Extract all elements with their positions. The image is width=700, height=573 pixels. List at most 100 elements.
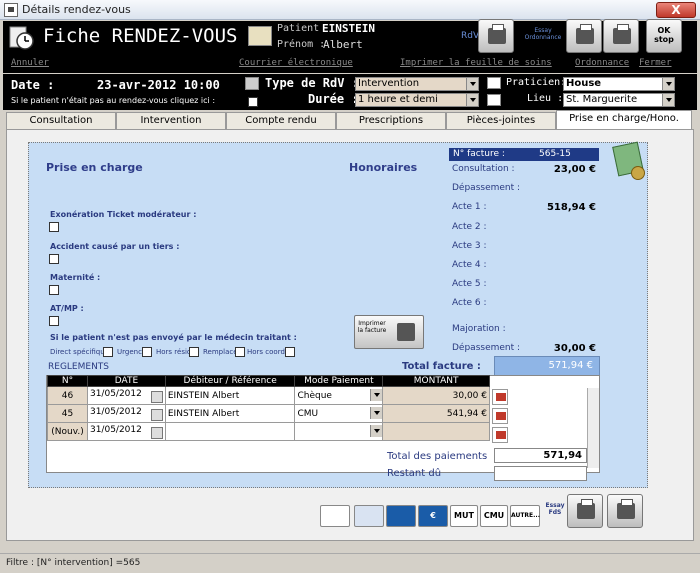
status-text: Filtre : [N° intervention] =565 (6, 558, 141, 568)
mode-dropdown[interactable] (370, 407, 383, 420)
chevron-down-icon[interactable] (370, 407, 383, 419)
card-button[interactable] (354, 505, 384, 527)
option-hors-resid-checkbox[interactable] (189, 347, 199, 357)
chevron-down-icon[interactable] (466, 78, 478, 90)
close-window-button[interactable]: X (656, 2, 696, 18)
euro-button[interactable]: € (418, 505, 448, 527)
imprimer-facture-button[interactable]: Imprimer la facture (354, 315, 424, 349)
accident-checkbox[interactable] (49, 254, 59, 264)
cmu-button[interactable]: CMU (480, 505, 508, 527)
type-select[interactable]: Intervention (355, 77, 479, 91)
patient-label: Patient (277, 23, 320, 34)
row-date[interactable]: 31/05/2012 (86, 386, 166, 405)
row-debiteur[interactable]: EINSTEIN Albert (164, 386, 296, 405)
row-mode[interactable]: Chèque (294, 386, 384, 405)
chevron-down-icon[interactable] (466, 94, 478, 106)
annuler-link[interactable]: Annuler (11, 58, 49, 68)
duree-label: Durée : (308, 92, 359, 106)
table-row[interactable]: 45 31/05/2012 EINSTEIN Albert CMU 541,94 € (47, 404, 490, 423)
open-payment-icon[interactable] (492, 408, 508, 424)
option-remplace-checkbox[interactable] (235, 347, 245, 357)
date-label: Date : (11, 78, 55, 92)
tab-intervention[interactable]: Intervention (116, 112, 226, 129)
mode-dropdown[interactable] (370, 425, 383, 438)
calendar-icon[interactable] (150, 390, 163, 403)
tab-pieces-jointes[interactable]: Pièces-jointes (446, 112, 556, 129)
cb-button[interactable] (386, 505, 416, 527)
essay-ordonnance-label: Essay Ordonnance (524, 27, 562, 41)
calendar-icon[interactable] (150, 408, 163, 421)
printer-icon (488, 24, 506, 44)
option-hors-coord-checkbox[interactable] (285, 347, 295, 357)
courrier-link[interactable]: Courrier électronique (239, 58, 353, 68)
lieu-select[interactable]: St. Marguerite (563, 93, 675, 107)
honoraire-value[interactable]: 30,00 € (520, 343, 596, 354)
calendar-icon[interactable] (150, 426, 163, 439)
chevron-down-icon[interactable] (370, 425, 383, 437)
facture-bar: N° facture : 565-15 (449, 148, 599, 161)
honoraires-title: Honoraires (349, 161, 418, 174)
option-urgence-checkbox[interactable] (142, 347, 152, 357)
row-debiteur[interactable] (164, 422, 296, 441)
row-montant[interactable]: 541,94 € (382, 404, 490, 423)
mode-dropdown[interactable] (370, 389, 383, 402)
open-payment-icon[interactable] (492, 389, 508, 405)
date-value[interactable]: 23-avr-2012 10:00 (97, 78, 220, 92)
reglements-table: N° DATE Débiteur / Référence Mode Paieme… (47, 375, 490, 441)
open-payment-icon[interactable] (492, 427, 508, 443)
facture-label: N° facture : (453, 149, 505, 159)
row-date[interactable]: 31/05/2012 (86, 404, 166, 423)
print-button[interactable] (603, 19, 639, 53)
tab-prise-en-charge[interactable]: Prise en charge/Hono. (556, 110, 692, 129)
row-debiteur[interactable]: EINSTEIN Albert (164, 404, 296, 423)
print-fds-button-2[interactable] (607, 494, 643, 528)
patient-card-icon[interactable] (248, 26, 272, 46)
duree-select[interactable]: 1 heure et demi (355, 93, 479, 107)
imprimer-feuille-link[interactable]: Imprimer la feuille de soins (400, 58, 552, 68)
row-montant[interactable] (382, 422, 490, 441)
tab-compte-rendu[interactable]: Compte rendu (226, 112, 336, 129)
row-mode[interactable]: CMU (294, 404, 384, 423)
ordonnance-link[interactable]: Ordonnance (575, 58, 629, 68)
mut-button[interactable]: MUT (450, 505, 478, 527)
facture-value: 565-15 (539, 149, 571, 159)
print-rdv-button[interactable] (478, 19, 514, 53)
absent-checkbox[interactable] (248, 97, 258, 107)
honoraire-label: Acte 6 : (452, 298, 487, 308)
praticien-value: House (566, 78, 602, 89)
restant-label: Restant dû (387, 468, 442, 479)
cheque-button[interactable] (320, 505, 350, 527)
chevron-down-icon[interactable] (662, 94, 674, 106)
ok-stop-button[interactable]: OK stop (646, 19, 682, 53)
autre-button[interactable]: AUTRE... (510, 505, 540, 527)
atmp-checkbox[interactable] (49, 316, 59, 326)
row-date[interactable]: 31/05/2012 (86, 422, 166, 441)
print-ordonnance-button[interactable] (566, 19, 602, 53)
praticien-select[interactable]: House (563, 77, 675, 91)
honoraire-value[interactable]: 518,94 € (520, 202, 596, 213)
glasses-icon[interactable] (487, 94, 501, 106)
status-bar: Filtre : [N° intervention] =565 (0, 553, 700, 573)
row-date-value: 31/05/2012 (89, 424, 142, 435)
maternite-label: Maternité : (50, 273, 101, 282)
money-icon (612, 140, 649, 180)
option-direct-checkbox[interactable] (103, 347, 113, 357)
calendar-icon[interactable] (245, 77, 259, 90)
table-row[interactable]: 46 31/05/2012 EINSTEIN Albert Chèque 30,00 … (47, 386, 490, 405)
exoneration-checkbox[interactable] (49, 222, 59, 232)
chevron-down-icon[interactable] (662, 78, 674, 90)
fermer-link[interactable]: Fermer (639, 58, 672, 68)
tab-prescriptions[interactable]: Prescriptions (336, 112, 446, 129)
tab-consultation[interactable]: Consultation (6, 112, 116, 129)
honoraire-value[interactable]: 23,00 € (520, 164, 596, 175)
total-paiements-value: 571,94 (494, 448, 587, 463)
table-row[interactable]: (Nouv.) 31/05/2012 (47, 422, 490, 441)
chevron-down-icon[interactable] (370, 389, 383, 401)
reglements-scrollbar[interactable] (587, 388, 599, 468)
row-mode[interactable] (294, 422, 384, 441)
maternite-checkbox[interactable] (49, 285, 59, 295)
glasses-icon[interactable] (487, 77, 501, 89)
row-montant[interactable]: 30,00 € (382, 386, 490, 405)
prenom-label: Prénom : (277, 39, 326, 50)
print-fds-button[interactable] (567, 494, 603, 528)
